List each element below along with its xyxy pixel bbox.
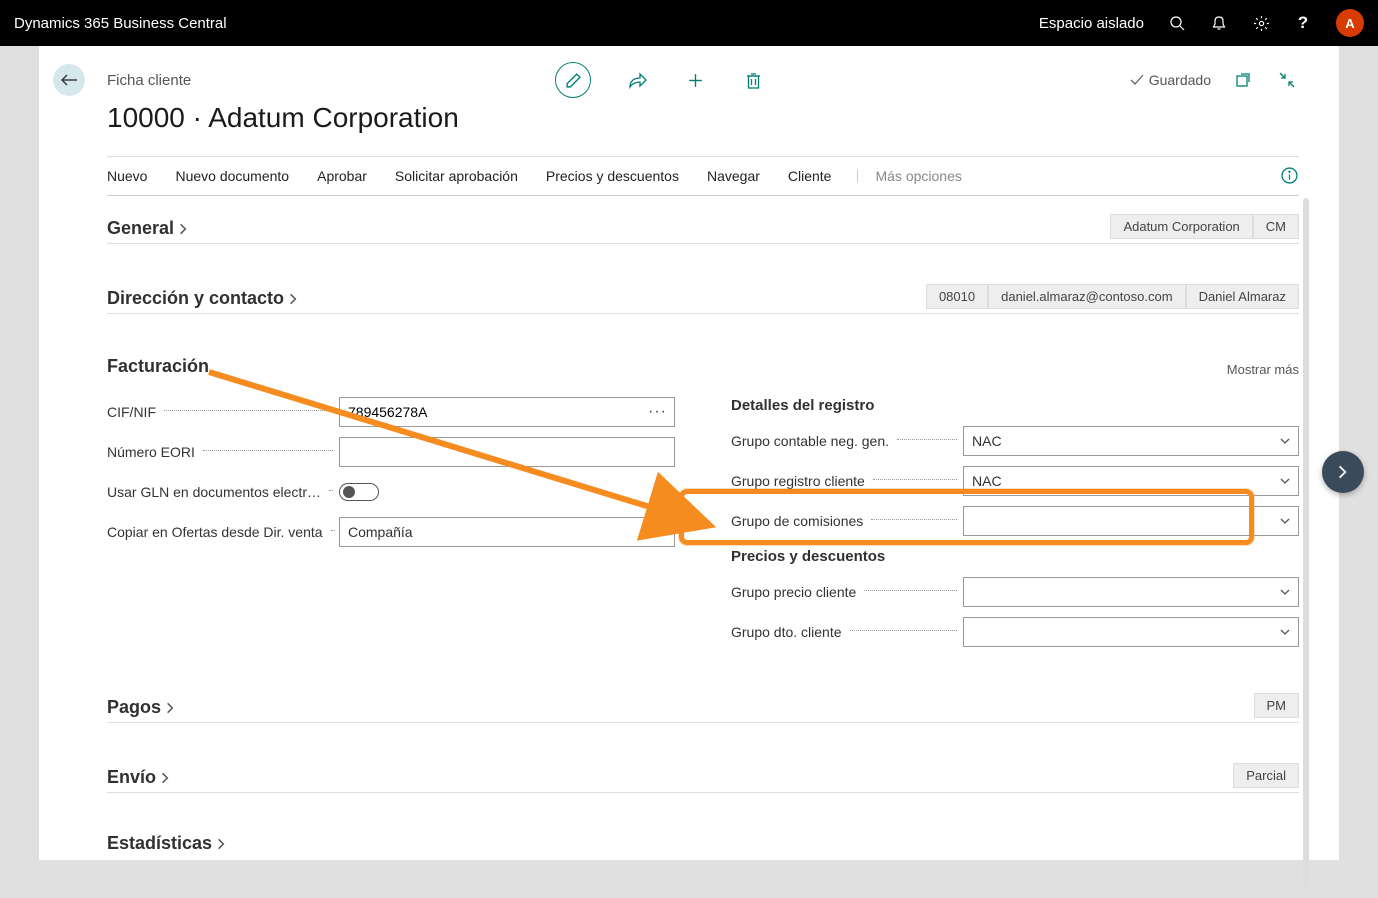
registration-details-heading: Detalles del registro	[731, 397, 1299, 414]
section-general[interactable]: General	[107, 218, 190, 239]
gln-label: Usar GLN en documentos electr…	[107, 484, 321, 500]
cif-label: CIF/NIF	[107, 404, 156, 420]
saved-indicator: Guardado	[1130, 72, 1211, 88]
gln-toggle[interactable]	[339, 483, 379, 501]
settings-icon[interactable]	[1252, 14, 1270, 32]
address-badge-postcode: 08010	[926, 284, 988, 309]
section-payments-label: Pagos	[107, 697, 161, 718]
chevron-right-icon	[214, 837, 228, 851]
collapse-icon[interactable]	[1275, 68, 1299, 92]
address-badge-email: daniel.almaraz@contoso.com	[988, 284, 1185, 309]
action-solicitar-aprobacion[interactable]: Solicitar aprobación	[395, 168, 518, 184]
copy-label: Copiar en Ofertas desde Dir. venta	[107, 524, 323, 540]
action-bar: Nuevo Nuevo documento Aprobar Solicitar …	[107, 156, 1299, 196]
search-icon[interactable]	[1168, 14, 1186, 32]
chevron-right-icon	[158, 771, 172, 785]
section-statistics-label: Estadísticas	[107, 833, 212, 854]
section-shipping-label: Envío	[107, 767, 156, 788]
prices-discounts-heading: Precios y descuentos	[731, 548, 1299, 565]
avatar[interactable]: A	[1336, 9, 1364, 37]
notifications-icon[interactable]	[1210, 14, 1228, 32]
cif-input[interactable]	[339, 397, 675, 427]
action-precios-descuentos[interactable]: Precios y descuentos	[546, 168, 679, 184]
scrollbar[interactable]	[1303, 198, 1309, 888]
action-more-options[interactable]: Más opciones	[859, 168, 961, 184]
discount-group-select[interactable]	[963, 617, 1299, 647]
action-nuevo[interactable]: Nuevo	[107, 168, 147, 184]
gbpg-label: Grupo contable neg. gen.	[731, 433, 889, 449]
action-navegar[interactable]: Navegar	[707, 168, 760, 184]
top-bar: Dynamics 365 Business Central Espacio ai…	[0, 0, 1378, 46]
page-header: Ficha cliente Guardado	[39, 46, 1339, 102]
section-statistics[interactable]: Estadísticas	[107, 833, 228, 854]
section-billing-label: Facturación	[107, 356, 209, 377]
price-group-select[interactable]	[963, 577, 1299, 607]
general-badge-name: Adatum Corporation	[1110, 214, 1252, 239]
info-icon[interactable]	[1281, 167, 1299, 185]
shipping-badge: Parcial	[1233, 763, 1299, 788]
help-icon[interactable]: ?	[1294, 14, 1312, 32]
cpg-label: Grupo registro cliente	[731, 473, 865, 489]
delete-icon[interactable]	[741, 68, 765, 92]
general-badge-code: CM	[1253, 214, 1299, 239]
action-nuevo-documento[interactable]: Nuevo documento	[175, 168, 289, 184]
product-name: Dynamics 365 Business Central	[14, 15, 227, 32]
chevron-right-icon	[163, 701, 177, 715]
top-bar-right: Espacio aislado ? A	[1039, 9, 1364, 37]
environment-label: Espacio aislado	[1039, 15, 1144, 32]
section-address[interactable]: Dirección y contacto	[107, 288, 300, 309]
breadcrumb: Ficha cliente	[107, 72, 191, 89]
popout-icon[interactable]	[1231, 68, 1255, 92]
address-badge-contact: Daniel Almaraz	[1186, 284, 1299, 309]
edit-button[interactable]	[555, 62, 591, 98]
copy-select[interactable]: Compañía	[339, 517, 675, 547]
share-icon[interactable]	[625, 68, 649, 92]
action-cliente[interactable]: Cliente	[788, 168, 832, 184]
section-shipping[interactable]: Envío	[107, 767, 172, 788]
section-billing[interactable]: Facturación	[107, 356, 209, 377]
action-aprobar[interactable]: Aprobar	[317, 168, 367, 184]
eori-label: Número EORI	[107, 444, 195, 460]
cif-lookup-icon[interactable]: ···	[648, 403, 667, 421]
commission-group-select[interactable]	[963, 506, 1299, 536]
gbpg-select[interactable]: NAC	[963, 426, 1299, 456]
new-icon[interactable]	[683, 68, 707, 92]
show-more-link[interactable]: Mostrar más	[1227, 362, 1299, 377]
saved-label: Guardado	[1149, 72, 1211, 88]
section-general-label: General	[107, 218, 174, 239]
commission-group-label: Grupo de comisiones	[731, 513, 863, 529]
section-payments[interactable]: Pagos	[107, 697, 177, 718]
chevron-right-icon	[286, 292, 300, 306]
cpg-select[interactable]: NAC	[963, 466, 1299, 496]
eori-input[interactable]	[339, 437, 675, 467]
back-button[interactable]	[53, 64, 85, 96]
chevron-right-icon	[176, 222, 190, 236]
page-title: 10000 · Adatum Corporation	[107, 102, 1299, 134]
discount-group-label: Grupo dto. cliente	[731, 624, 842, 640]
payments-badge: PM	[1254, 693, 1300, 718]
section-address-label: Dirección y contacto	[107, 288, 284, 309]
factbox-toggle[interactable]	[1322, 451, 1364, 493]
price-group-label: Grupo precio cliente	[731, 584, 856, 600]
